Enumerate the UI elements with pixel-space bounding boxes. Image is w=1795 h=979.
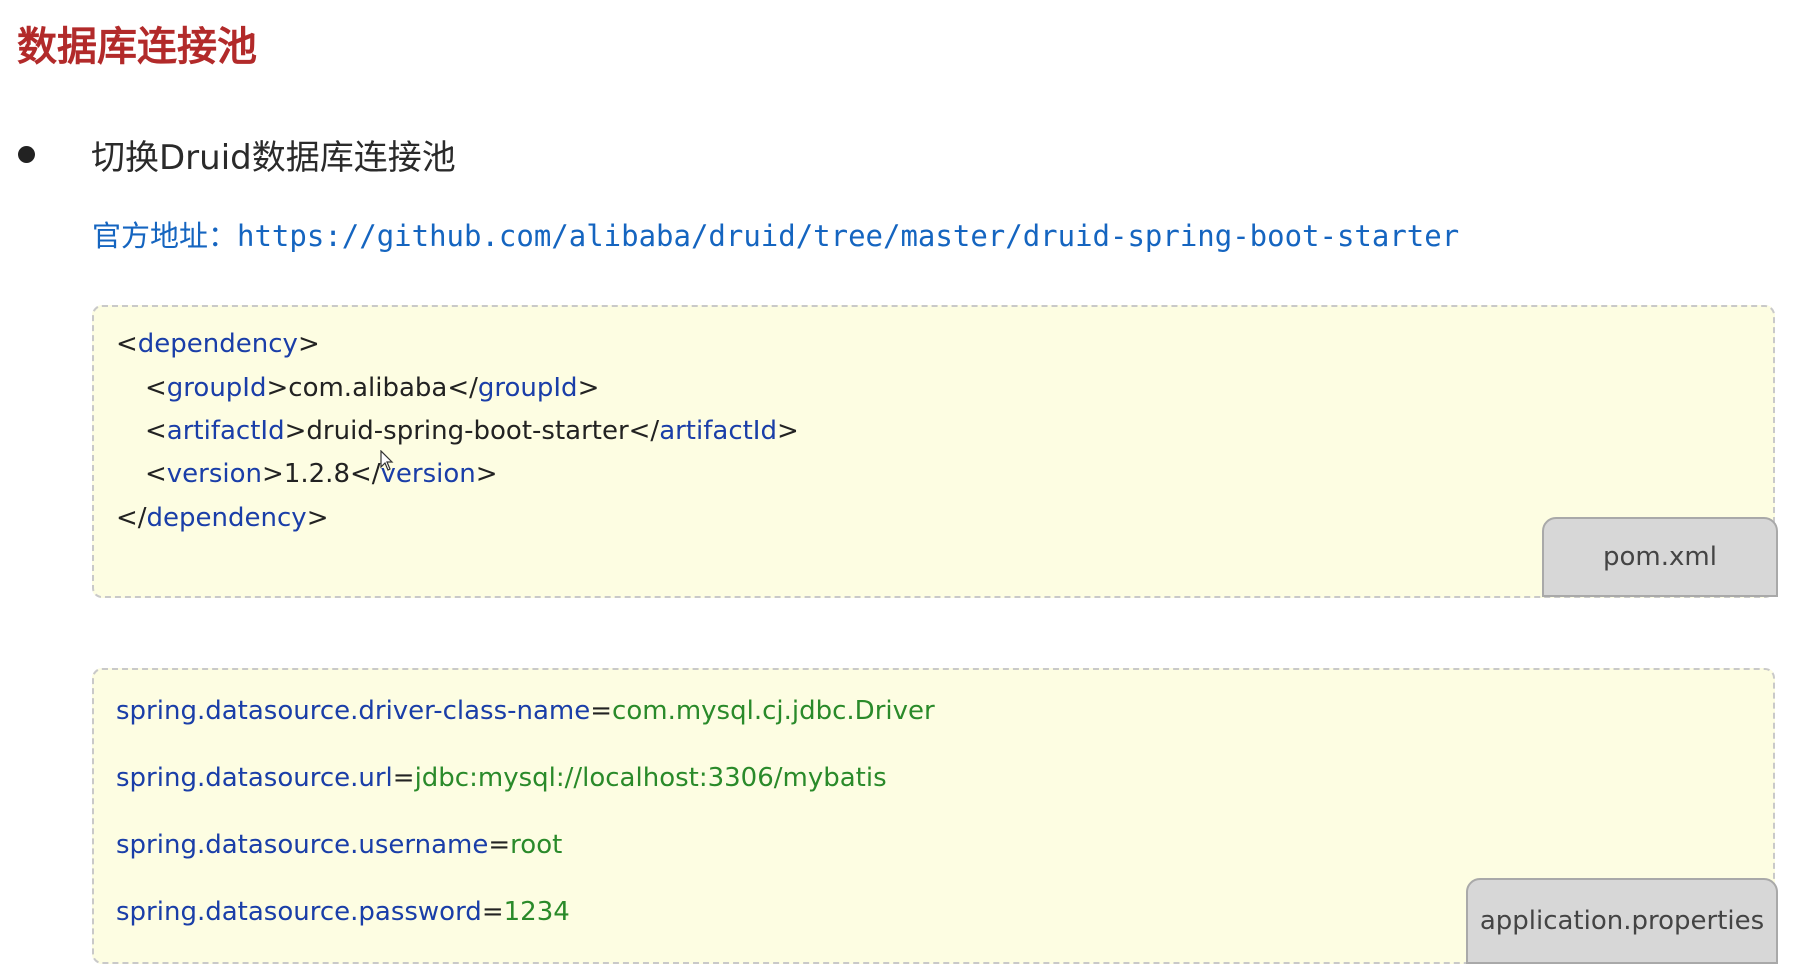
bullet-dot-icon — [18, 146, 35, 163]
pom-code-block: <dependency> <groupId>com.alibaba</group… — [92, 305, 1775, 598]
properties-file-tab: application.properties — [1466, 878, 1778, 964]
pom-file-tab: pom.xml — [1542, 517, 1778, 597]
bullet-text: 切换Druid数据库连接池 — [91, 138, 456, 178]
code-line-dependency-open: <dependency> — [116, 329, 320, 359]
official-address: 官方地址：https://github.com/alibaba/druid/tr… — [92, 213, 1459, 255]
page-title: 数据库连接池 — [17, 24, 257, 70]
official-address-label: 官方地址： — [92, 219, 238, 253]
bullet-item: 切换Druid数据库连接池 — [18, 130, 456, 179]
property-line: spring.datasource.password=1234 — [116, 897, 570, 927]
code-line-groupid: <groupId>com.alibaba</groupId> — [145, 373, 600, 403]
mouse-cursor-icon — [380, 450, 394, 471]
code-line-version: <version>1.2.8</version> — [145, 459, 498, 489]
official-address-link[interactable]: https://github.com/alibaba/druid/tree/ma… — [237, 219, 1459, 253]
property-line: spring.datasource.username=root — [116, 830, 563, 860]
code-line-artifactid: <artifactId>druid-spring-boot-starter</a… — [145, 416, 799, 446]
property-line: spring.datasource.driver-class-name=com.… — [116, 696, 935, 726]
property-line: spring.datasource.url=jdbc:mysql://local… — [116, 763, 887, 793]
code-line-dependency-close: </dependency> — [116, 503, 329, 533]
